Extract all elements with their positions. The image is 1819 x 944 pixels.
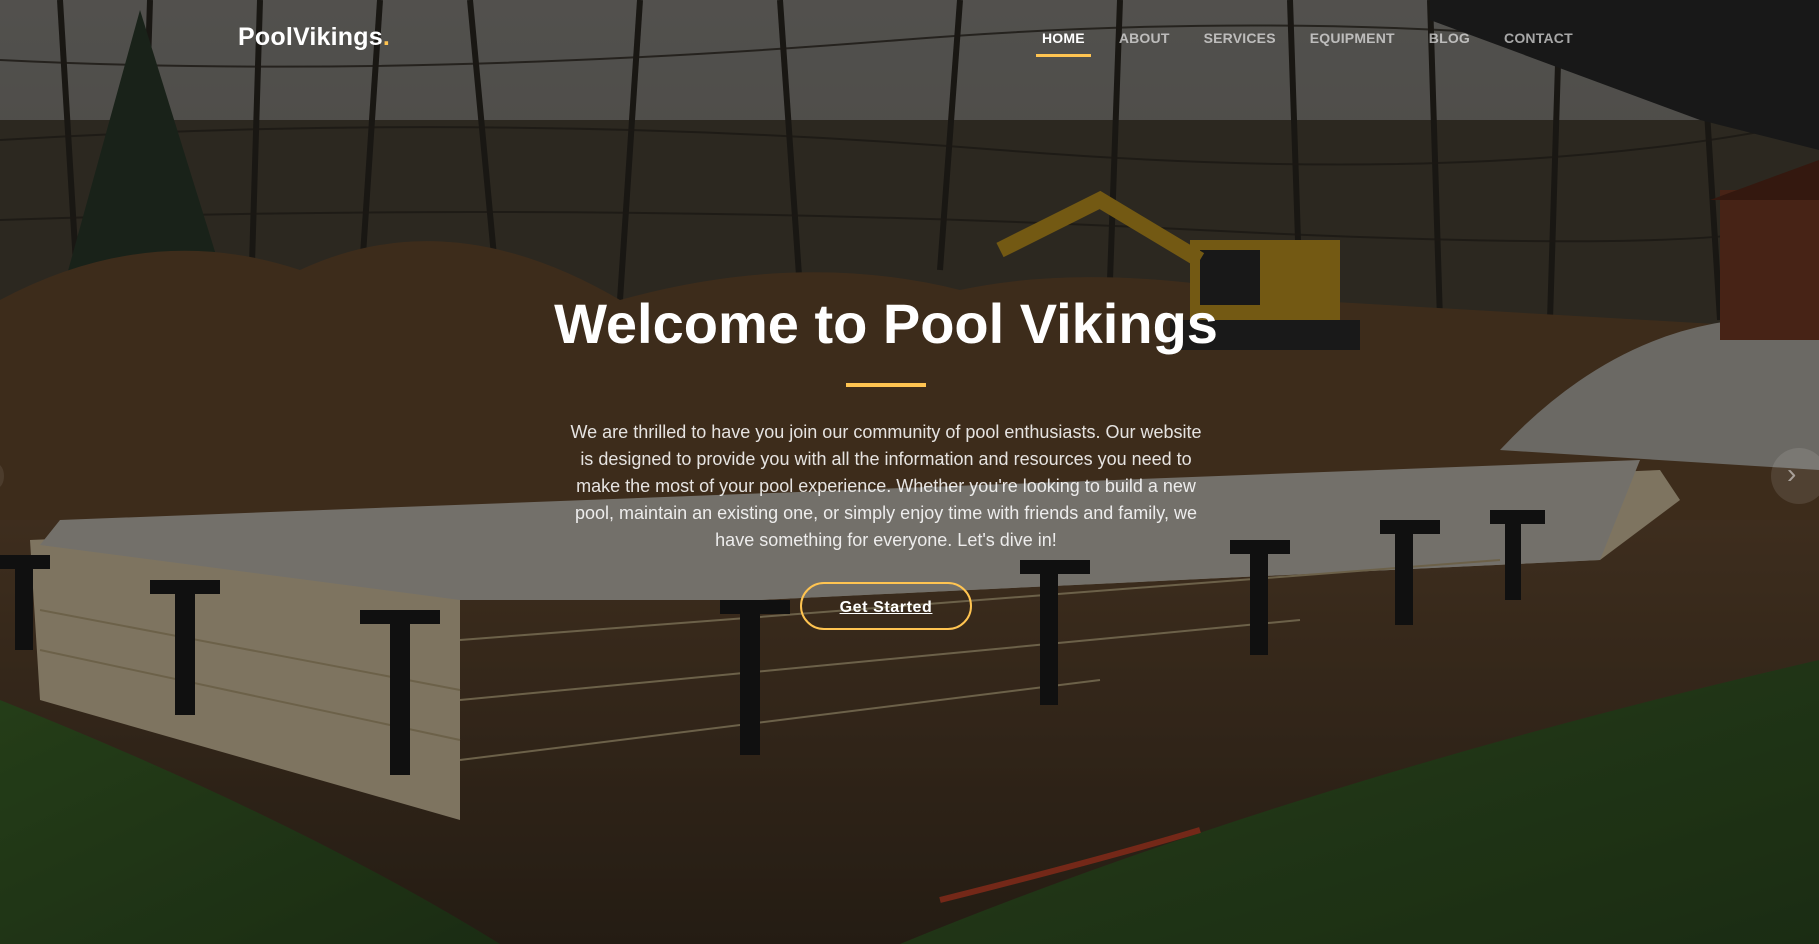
nav-item-services: SERVICES	[1187, 30, 1293, 48]
nav-link-about[interactable]: ABOUT	[1119, 30, 1170, 46]
nav-item-equipment: EQUIPMENT	[1293, 30, 1412, 48]
nav-link-services[interactable]: SERVICES	[1204, 30, 1276, 46]
hero-section: PoolVikings. HOME ABOUT SERVICES EQUIPME…	[0, 0, 1819, 944]
nav-link-contact[interactable]: CONTACT	[1504, 30, 1573, 46]
logo-text: PoolVikings	[238, 23, 383, 51]
nav-link-home[interactable]: HOME	[1042, 30, 1085, 46]
site-header: PoolVikings. HOME ABOUT SERVICES EQUIPME…	[0, 0, 1819, 80]
hero-content: Welcome to Pool Vikings We are thrilled …	[524, 290, 1248, 631]
logo-dot: .	[382, 23, 390, 51]
nav-link-equipment[interactable]: EQUIPMENT	[1310, 30, 1395, 46]
carousel-next-button[interactable]: ›	[1771, 448, 1819, 504]
get-started-button[interactable]: Get Started	[800, 582, 972, 631]
chevron-right-icon: ›	[1787, 458, 1797, 489]
hero-title: Welcome to Pool Vikings	[554, 292, 1218, 355]
nav-item-home: HOME	[1025, 30, 1102, 57]
nav-item-contact: CONTACT	[1487, 30, 1590, 48]
hero-description: We are thrilled to have you join our com…	[570, 422, 1202, 551]
nav-link-blog[interactable]: BLOG	[1429, 30, 1470, 46]
nav-item-blog: BLOG	[1412, 30, 1487, 48]
site-logo[interactable]: PoolVikings.	[238, 23, 390, 52]
nav-item-about: ABOUT	[1102, 30, 1187, 48]
title-underline	[846, 383, 926, 388]
main-nav: HOME ABOUT SERVICES EQUIPMENT BLOG CONTA…	[1025, 30, 1590, 57]
